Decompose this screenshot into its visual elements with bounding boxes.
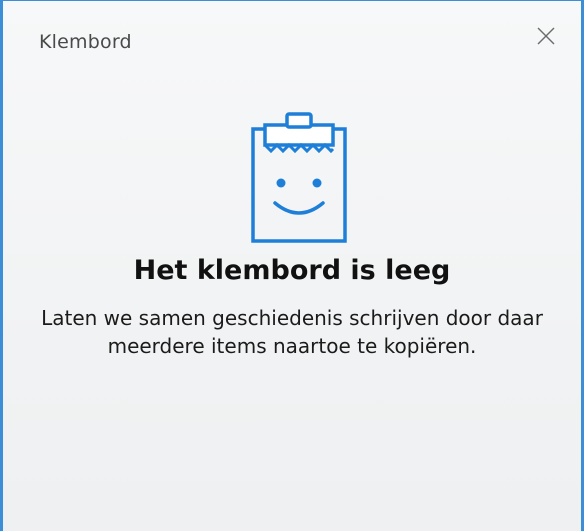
panel-title: Klembord [39, 31, 132, 53]
smiling-clipboard-icon [251, 112, 347, 243]
close-button[interactable] [533, 23, 559, 49]
empty-state-heading: Het klembord is leeg [133, 255, 451, 286]
empty-state-description: Laten we samen geschiedenis schrijven do… [41, 306, 543, 358]
clipboard-panel: Klembord Het klembord is leeg Laten we s… [0, 0, 584, 531]
close-icon [537, 27, 555, 45]
